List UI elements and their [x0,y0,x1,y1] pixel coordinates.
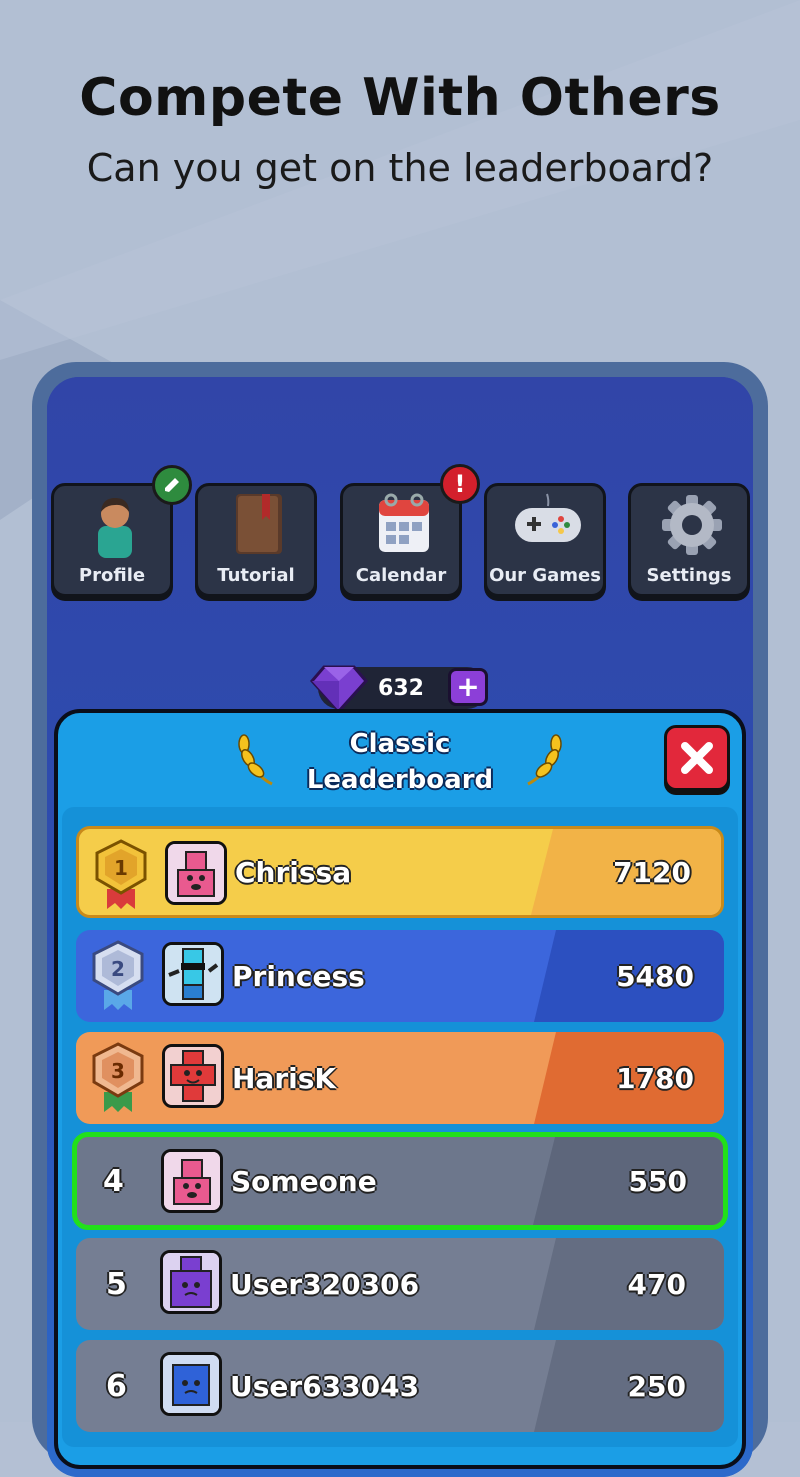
leaderboard-title: Classic Leaderboard [270,726,530,798]
close-button[interactable] [664,725,730,791]
add-gems-button[interactable]: + [448,668,488,706]
rank-3-medal-number: 3 [111,1059,125,1083]
leaderboard-row-4-current-user[interactable]: 4 Someone 550 [72,1132,728,1230]
rank-number: 4 [103,1163,124,1199]
calendar-label: Calendar [355,565,447,586]
player-score: 5480 [616,959,694,993]
rank-number: 5 [106,1266,127,1302]
player-name: Chrissa [235,855,352,889]
avatar [165,841,227,905]
close-icon [681,742,713,774]
leaderboard-row-3[interactable]: 3 HarisK 1780 [76,1032,724,1124]
our-games-label: Our Games [489,565,601,586]
leaderboard-row-6[interactable]: 6 User633043 250 [76,1340,724,1432]
avatar [161,1149,223,1213]
avatar [162,1044,224,1108]
tutorial-label: Tutorial [217,565,295,586]
leaderboard-title-line1: Classic [349,729,451,759]
leaderboard-row-1[interactable]: 1 Chrissa 7120 [76,826,724,918]
player-score: 250 [627,1369,686,1403]
player-name: User320306 [230,1267,420,1301]
player-name: Princess [232,959,365,993]
avatar [160,1352,222,1416]
profile-label: Profile [78,565,146,586]
player-score: 550 [628,1164,687,1198]
player-score: 470 [627,1267,686,1301]
bronze-medal-icon: 3 [92,1042,144,1112]
promo-subheadline: Can you get on the leaderboard? [86,146,714,190]
rank-number: 6 [106,1368,127,1404]
rank-2-medal-number: 2 [111,957,125,981]
profile-button[interactable]: Profile [51,483,173,597]
book-icon [236,494,282,554]
player-name: Someone [231,1164,377,1198]
calendar-button[interactable]: Calendar [340,483,462,597]
settings-label: Settings [646,565,732,586]
rank-1-medal-number: 1 [114,856,128,880]
settings-button[interactable]: Settings [628,483,750,597]
leaderboard-row-2[interactable]: 2 Princess 5480 [76,930,724,1022]
player-name: User633043 [230,1369,420,1403]
gem-count: 632 [378,676,424,701]
tutorial-button[interactable]: Tutorial [195,483,317,597]
pencil-icon[interactable] [152,465,192,505]
avatar [160,1250,222,1314]
leaderboard-row-5[interactable]: 5 User320306 470 [76,1238,724,1330]
leaderboard-title-line2: Leaderboard [306,765,494,795]
calendar-icon [379,493,429,552]
promo-headline: Compete With Others [79,68,721,128]
avatar [162,942,224,1006]
gamepad-icon [515,493,581,542]
silver-medal-icon: 2 [92,940,144,1010]
gold-medal-icon: 1 [95,839,147,909]
our-games-button[interactable]: Our Games [484,483,606,597]
gem-icon [310,665,368,713]
player-score: 7120 [613,855,691,889]
player-name: HarisK [232,1061,337,1095]
gear-icon [662,495,722,555]
person-icon [98,498,132,558]
calendar-alert-badge: ! [440,464,480,504]
player-score: 1780 [616,1061,694,1095]
